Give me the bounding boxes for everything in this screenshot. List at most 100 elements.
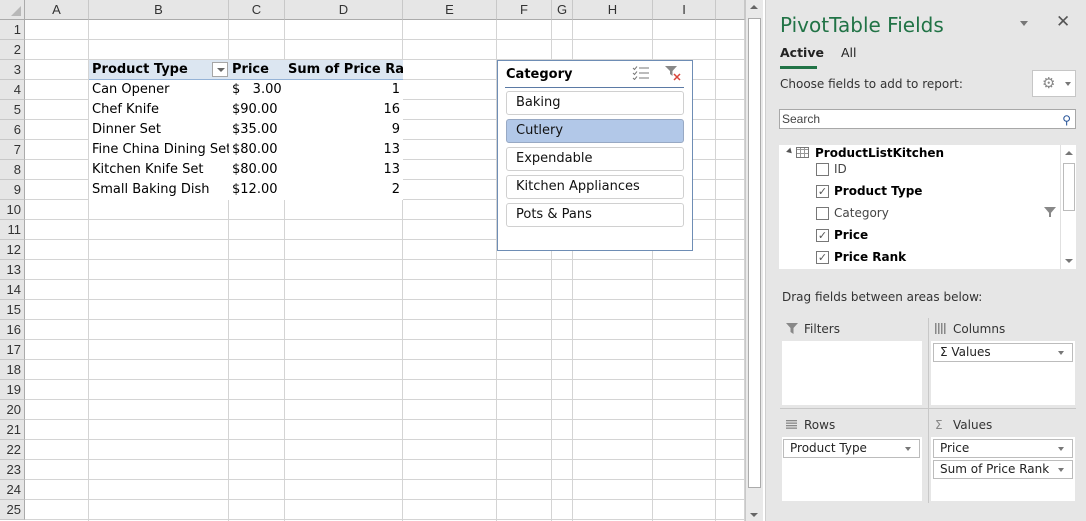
scroll-down-icon[interactable]: [1065, 259, 1073, 263]
field-id[interactable]: ID: [779, 159, 1059, 179]
scroll-down-icon[interactable]: [750, 513, 758, 517]
row-header-14[interactable]: 14: [0, 280, 25, 300]
pivot-cell-product[interactable]: Can Opener: [89, 80, 229, 100]
column-header-f[interactable]: F: [497, 0, 552, 20]
pivot-cell-rank[interactable]: 9: [285, 120, 403, 140]
collapse-icon[interactable]: [786, 147, 794, 156]
row-header-17[interactable]: 17: [0, 340, 25, 360]
row-header-11[interactable]: 11: [0, 220, 25, 240]
pivot-cell-rank[interactable]: 16: [285, 100, 403, 120]
row-header-23[interactable]: 23: [0, 460, 25, 480]
pivot-cell-price[interactable]: $80.00: [229, 140, 285, 160]
values-sum-rank-item[interactable]: Sum of Price Rank: [933, 460, 1073, 479]
chevron-down-icon[interactable]: [1058, 468, 1064, 472]
field-category[interactable]: Category: [779, 203, 1059, 223]
rows-product-type-item[interactable]: Product Type: [783, 439, 920, 458]
pivot-cell-price[interactable]: $90.00: [229, 100, 285, 120]
pivot-cell-product[interactable]: Dinner Set: [89, 120, 229, 140]
row-header-21[interactable]: 21: [0, 420, 25, 440]
columns-values-item[interactable]: Σ Values: [933, 343, 1073, 362]
search-icon[interactable]: ⚲: [1062, 111, 1071, 129]
scrollbar-thumb[interactable]: [1063, 163, 1075, 211]
checkbox-checked[interactable]: ✓: [816, 185, 829, 198]
row-header-3[interactable]: 3: [0, 60, 25, 80]
chevron-down-icon[interactable]: [1058, 351, 1064, 355]
pivot-cell-product[interactable]: Small Baking Dish: [89, 180, 229, 200]
row-header-13[interactable]: 13: [0, 260, 25, 280]
tab-active[interactable]: Active: [780, 45, 824, 60]
scroll-up-icon[interactable]: [750, 5, 758, 9]
slicer-item-pots-pans[interactable]: Pots & Pans: [506, 203, 684, 227]
select-all-button[interactable]: [0, 0, 25, 20]
category-slicer[interactable]: Category Baking Cutlery Expendable Kitchen …: [497, 60, 693, 251]
row-filter-dropdown-icon[interactable]: [212, 62, 228, 77]
field-price[interactable]: ✓ Price: [779, 225, 1059, 245]
field-list-scrollbar[interactable]: [1060, 145, 1076, 269]
columns-drop-zone[interactable]: Σ Values: [931, 341, 1075, 405]
field-product-type[interactable]: ✓ Product Type: [779, 181, 1059, 201]
row-header-25[interactable]: 25: [0, 500, 25, 520]
chevron-down-icon[interactable]: [1058, 447, 1064, 451]
row-header-18[interactable]: 18: [0, 360, 25, 380]
tools-button[interactable]: ⚙: [1032, 70, 1076, 97]
slicer-item-expendable[interactable]: Expendable: [506, 147, 684, 171]
rows-drop-zone[interactable]: Product Type: [782, 437, 922, 501]
slicer-item-baking[interactable]: Baking: [506, 91, 684, 115]
row-header-7[interactable]: 7: [0, 140, 25, 160]
tab-all[interactable]: All: [841, 45, 857, 60]
row-header-15[interactable]: 15: [0, 300, 25, 320]
checkbox-checked[interactable]: ✓: [816, 229, 829, 242]
checkbox-unchecked[interactable]: [816, 163, 829, 176]
row-header-8[interactable]: 8: [0, 160, 25, 180]
pivot-header-price[interactable]: Price: [229, 60, 285, 80]
row-header-4[interactable]: 4: [0, 80, 25, 100]
pivot-cell-price[interactable]: $35.00: [229, 120, 285, 140]
worksheet[interactable]: ABCDEFGHI 1 2 3 4 5 6 7 8 9 10 11 12 13 14 15 16 17 18 19 2…: [0, 0, 745, 521]
checkbox-unchecked[interactable]: [816, 207, 829, 220]
values-drop-zone[interactable]: Price Sum of Price Rank: [931, 437, 1075, 501]
pivot-header-rank[interactable]: Sum of Price Rank: [285, 60, 403, 80]
pivot-header-product-type[interactable]: Product Type: [89, 60, 229, 80]
vertical-scrollbar[interactable]: [745, 0, 763, 521]
row-header-5[interactable]: 5: [0, 100, 25, 120]
row-header-16[interactable]: 16: [0, 320, 25, 340]
pivot-cell-rank[interactable]: 13: [285, 140, 403, 160]
row-header-20[interactable]: 20: [0, 400, 25, 420]
row-header-10[interactable]: 10: [0, 200, 25, 220]
slicer-item-kitchen-appliances[interactable]: Kitchen Appliances: [506, 175, 684, 199]
column-header-h[interactable]: H: [573, 0, 653, 20]
search-input[interactable]: Search ⚲: [779, 109, 1076, 129]
row-header-22[interactable]: 22: [0, 440, 25, 460]
row-header-1[interactable]: 1: [0, 20, 25, 40]
row-header-9[interactable]: 9: [0, 180, 25, 200]
column-header-a[interactable]: A: [25, 0, 89, 20]
field-price-rank[interactable]: ✓ Price Rank: [779, 247, 1059, 267]
column-header-c[interactable]: C: [229, 0, 285, 20]
pivot-cell-rank[interactable]: 2: [285, 180, 403, 200]
pivot-cell-price[interactable]: $ 3.00: [229, 80, 285, 100]
row-header-6[interactable]: 6: [0, 120, 25, 140]
column-header-b[interactable]: B: [89, 0, 229, 20]
checkbox-checked[interactable]: ✓: [816, 251, 829, 264]
pivot-cell-price[interactable]: $80.00: [229, 160, 285, 180]
multi-select-icon[interactable]: [632, 66, 650, 80]
column-header-i[interactable]: I: [653, 0, 716, 20]
field-list[interactable]: ProductListKitchen ID ✓ Product Type Catego…: [779, 145, 1076, 269]
row-header-19[interactable]: 19: [0, 380, 25, 400]
clear-filter-icon[interactable]: [664, 65, 682, 81]
pivot-cell-rank[interactable]: 13: [285, 160, 403, 180]
column-header-e[interactable]: E: [403, 0, 497, 20]
chevron-down-icon[interactable]: [905, 447, 911, 451]
row-header-2[interactable]: 2: [0, 40, 25, 60]
pivot-cell-product[interactable]: Kitchen Knife Set: [89, 160, 229, 180]
pane-options-dropdown-icon[interactable]: [1020, 21, 1028, 26]
filters-drop-zone[interactable]: [782, 341, 922, 405]
column-header-partial[interactable]: [716, 0, 745, 20]
pivot-cell-rank[interactable]: 1: [285, 80, 403, 100]
column-header-d[interactable]: D: [285, 0, 403, 20]
pivot-cell-price[interactable]: $12.00: [229, 180, 285, 200]
scrollbar-thumb[interactable]: [748, 18, 761, 488]
row-header-24[interactable]: 24: [0, 480, 25, 500]
column-header-g[interactable]: G: [552, 0, 573, 20]
slicer-item-cutlery[interactable]: Cutlery: [506, 119, 684, 143]
